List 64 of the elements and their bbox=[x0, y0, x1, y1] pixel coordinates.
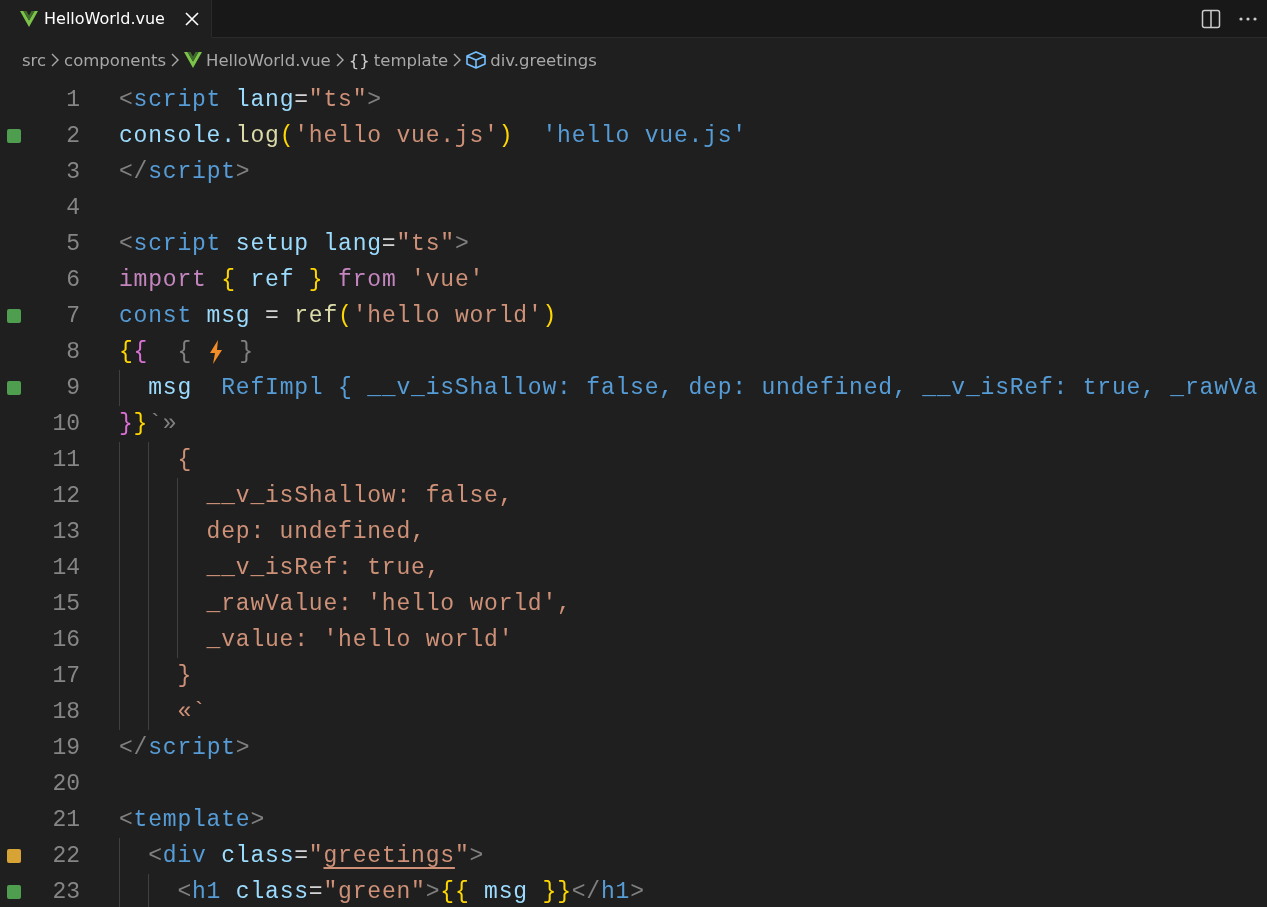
line-number: 16 bbox=[51, 627, 80, 653]
breadcrumb-item[interactable]: div.greetings bbox=[490, 50, 597, 70]
code-text: _rawValue: 'hello world', bbox=[205, 591, 572, 617]
close-icon[interactable] bbox=[184, 11, 199, 26]
code-text: <script setup lang="ts"> bbox=[119, 231, 470, 257]
line-number: 2 bbox=[65, 123, 80, 149]
chevron-icon bbox=[170, 53, 181, 67]
code-text: <div class="greetings"> bbox=[147, 843, 485, 869]
code-text: console.log('hello vue.js') bbox=[119, 123, 514, 149]
line-number: 23 bbox=[51, 879, 80, 905]
line-number: 21 bbox=[51, 807, 80, 833]
code-text: { bbox=[176, 447, 192, 473]
line-number: 3 bbox=[65, 159, 80, 185]
code-text: __v_isShallow: false, bbox=[205, 483, 514, 509]
line-number: 15 bbox=[51, 591, 80, 617]
code-text: dep: undefined, bbox=[205, 519, 426, 545]
line-number: 17 bbox=[51, 663, 80, 689]
line-number: 6 bbox=[65, 267, 80, 293]
line-number: 19 bbox=[51, 735, 80, 761]
breadcrumb-item[interactable]: src bbox=[22, 50, 47, 70]
cube-icon bbox=[466, 51, 487, 69]
braces-symbol: {} bbox=[348, 50, 370, 70]
code-text: </script> bbox=[119, 735, 251, 761]
code-text: _value: 'hello world' bbox=[205, 627, 514, 653]
code-text: import { ref } from 'vue' bbox=[119, 267, 485, 293]
line-number: 8 bbox=[65, 339, 80, 365]
line-number: 5 bbox=[65, 231, 80, 257]
code-text: «` bbox=[176, 699, 207, 725]
inline-value: msg RefImpl { __v_isShallow: false, dep: undefined, __v_isRef: true, _rawVa bbox=[147, 375, 1258, 401]
chevron-icon bbox=[452, 53, 463, 67]
line-number: 18 bbox=[51, 699, 80, 725]
line-number: 7 bbox=[65, 303, 80, 329]
code-text: } bbox=[238, 339, 254, 365]
line-number: 20 bbox=[51, 771, 80, 797]
line-number: 12 bbox=[51, 483, 80, 509]
vue-logo-icon bbox=[184, 52, 203, 68]
line-number: 13 bbox=[51, 519, 80, 545]
code-text: <h1 class="green">{{ msg }}</h1> bbox=[176, 879, 645, 905]
chevron-icon bbox=[334, 53, 345, 67]
line-number: 11 bbox=[51, 447, 80, 473]
more-actions-icon[interactable] bbox=[1239, 15, 1257, 22]
line-number: 22 bbox=[51, 843, 80, 869]
line-number: 9 bbox=[65, 375, 80, 401]
line-number: 14 bbox=[51, 555, 80, 581]
code-text: } bbox=[176, 663, 192, 689]
code-text: __v_isRef: true, bbox=[205, 555, 441, 581]
chevron-icon bbox=[50, 53, 61, 67]
breadcrumb-item[interactable]: HelloWorld.vue bbox=[206, 50, 331, 70]
line-number: 10 bbox=[51, 411, 80, 437]
line-number: 4 bbox=[65, 195, 80, 221]
lightning-icon bbox=[208, 340, 223, 364]
vue-logo-icon bbox=[20, 10, 38, 27]
code-text: {{ { bbox=[119, 339, 194, 365]
line-number: 1 bbox=[65, 87, 80, 113]
breadcrumb-item[interactable]: template bbox=[373, 50, 449, 70]
code-text: }}`» bbox=[119, 411, 178, 437]
breadcrumb-item[interactable]: components bbox=[64, 50, 167, 70]
code-text: const msg = ref('hello world') bbox=[119, 303, 558, 329]
split-editor-icon[interactable] bbox=[1201, 8, 1221, 29]
editor-tab[interactable]: HelloWorld.vue bbox=[0, 0, 212, 38]
inline-value: 'hello vue.js' bbox=[541, 123, 747, 149]
code-text: <script lang="ts"> bbox=[119, 87, 382, 113]
code-text: </script> bbox=[119, 159, 251, 185]
code-text: <template> bbox=[119, 807, 266, 833]
